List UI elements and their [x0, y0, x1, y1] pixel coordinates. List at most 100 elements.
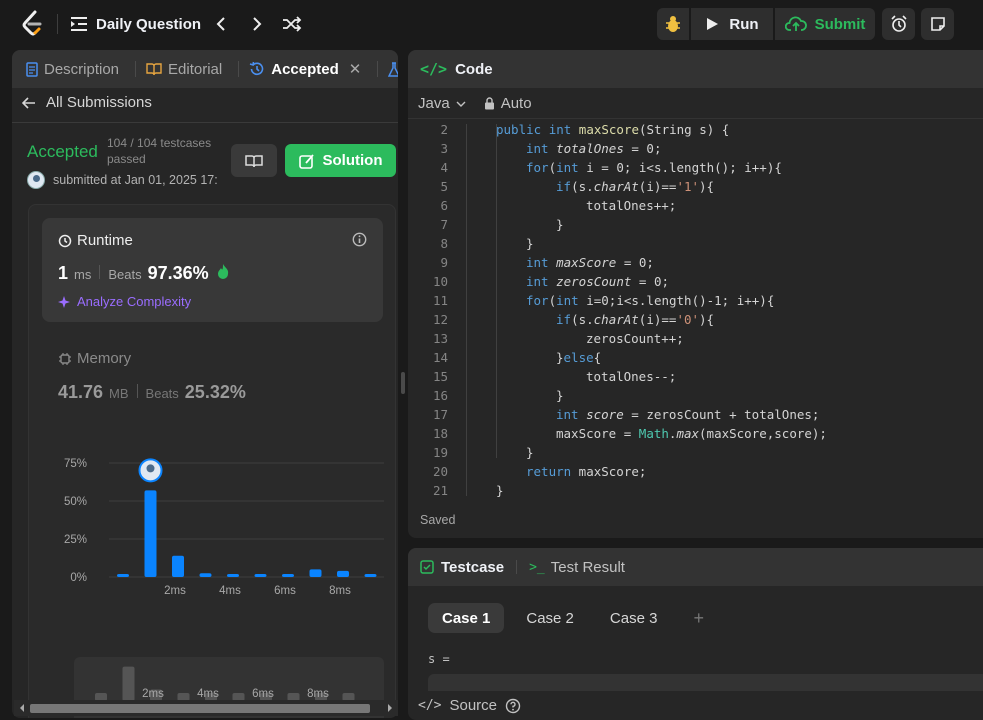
code-line[interactable]: 14}else{: [408, 348, 983, 367]
case-tab-2[interactable]: Case 2: [512, 603, 588, 633]
code-line[interactable]: 5 if(s.charAt(i)=='1'){: [408, 177, 983, 196]
code-text: int zerosCount = 0;: [526, 274, 670, 289]
scroll-left-icon[interactable]: [17, 700, 27, 716]
daily-question-link[interactable]: Daily Question: [70, 12, 201, 36]
code-text: for(int i=0;i<s.length()-1; i++){: [526, 293, 775, 308]
notes-button[interactable]: [921, 8, 954, 40]
chart-bar: [282, 573, 294, 577]
code-line[interactable]: 20 return maxScore;: [408, 462, 983, 481]
submit-button[interactable]: Submit: [775, 8, 875, 40]
tab-divider: [238, 61, 240, 77]
timer-button[interactable]: [882, 8, 915, 40]
top-bar: Daily Question Run Submit: [0, 0, 983, 48]
tab-test-result[interactable]: >_ Test Result: [529, 559, 625, 576]
memory-beats-value: 25.32%: [184, 382, 246, 402]
chart-bar: [309, 569, 322, 577]
case-tab-1[interactable]: Case 1: [428, 603, 505, 633]
testcases-passed: 104 / 104 testcases passed: [107, 136, 212, 166]
chip-icon: [59, 352, 71, 365]
overview-tick-label: 8ms: [307, 688, 329, 700]
tab-description[interactable]: Description: [26, 61, 146, 78]
code-text: }: [556, 217, 564, 232]
tab-accepted-label: Accepted: [271, 60, 339, 78]
code-line[interactable]: 2 public int maxScore(String s) {: [408, 120, 983, 139]
code-line[interactable]: 10 int zerosCount = 0;: [408, 272, 983, 291]
horizontal-scrollbar[interactable]: [14, 700, 398, 716]
code-line[interactable]: 18 maxScore = Math.max(maxScore,score);: [408, 424, 983, 443]
editor-toolbar: Java Auto: [418, 95, 532, 112]
tab-divider: [135, 61, 137, 77]
code-line[interactable]: 15 totalOnes--;: [408, 367, 983, 386]
random-question-button[interactable]: [282, 12, 302, 36]
scroll-right-icon[interactable]: [385, 700, 395, 716]
panel-resize-handle[interactable]: [401, 372, 405, 394]
next-question-button[interactable]: [251, 12, 263, 36]
runtime-unit: ms: [74, 267, 92, 282]
code-line[interactable]: 21}: [408, 481, 983, 500]
source-label: Source: [449, 697, 498, 714]
list-indent-icon: [71, 17, 87, 31]
code-line[interactable]: 12 if(s.charAt(i)=='0'){: [408, 310, 983, 329]
code-text: }else{: [556, 350, 602, 365]
code-line[interactable]: 16}: [408, 386, 983, 405]
code-line[interactable]: 19}: [408, 443, 983, 462]
code-line[interactable]: 13 zerosCount++;: [408, 329, 983, 348]
analyze-complexity-link[interactable]: Analyze Complexity: [58, 294, 191, 309]
memory-unit: MB: [109, 386, 129, 401]
line-number: 11: [432, 293, 448, 308]
code-editor[interactable]: 2 public int maxScore(String s) {3 int tot…: [408, 120, 983, 500]
avatar[interactable]: [27, 171, 45, 189]
runtime-card[interactable]: Runtime 1 ms Beats 97.36% Analyze Comple…: [42, 218, 383, 322]
case-tab-3[interactable]: Case 3: [596, 603, 672, 633]
auto-mode-label: Auto: [500, 95, 532, 112]
code-line[interactable]: 3 int totalOnes = 0;: [408, 139, 983, 158]
all-submissions-link[interactable]: All Submissions: [22, 94, 152, 111]
chart-bar: [199, 573, 212, 577]
code-line[interactable]: 6 totalOnes++;: [408, 196, 983, 215]
source-link[interactable]: </> Source: [418, 691, 983, 720]
close-tab-icon[interactable]: ✕: [349, 60, 362, 78]
notebook-button[interactable]: [231, 144, 277, 177]
y-tick-label: 25%: [64, 534, 87, 546]
debug-button[interactable]: [657, 8, 689, 40]
code-text: int score = zerosCount + totalOnes;: [556, 407, 820, 422]
fire-icon: [217, 264, 228, 279]
code-line[interactable]: 17 int score = zerosCount + totalOnes;: [408, 405, 983, 424]
line-number: 15: [432, 369, 448, 384]
tab-testcase[interactable]: Testcase: [420, 559, 504, 576]
overview-bar: [122, 666, 135, 701]
chart-bar: [172, 555, 184, 577]
code-line[interactable]: 9 int maxScore = 0;: [408, 253, 983, 272]
scrollbar-thumb[interactable]: [30, 704, 370, 713]
run-button[interactable]: Run: [691, 8, 773, 40]
code-text: }: [526, 445, 534, 460]
avatar-head: [146, 464, 155, 473]
terminal-icon: >_: [529, 559, 545, 575]
solution-button[interactable]: Solution: [285, 144, 396, 177]
code-line[interactable]: 11 for(int i=0;i<s.length()-1; i++){: [408, 291, 983, 310]
tab-editorial[interactable]: Editorial: [146, 61, 249, 78]
x-tick-label: 6ms: [274, 585, 296, 597]
code-text: }: [526, 236, 534, 251]
chart-bar: [364, 573, 377, 577]
info-icon[interactable]: [352, 232, 367, 247]
testcase-tabs: Testcase >_ Test Result: [408, 548, 983, 586]
runtime-beats-label: Beats: [108, 267, 142, 282]
help-icon[interactable]: [505, 698, 521, 714]
code-line[interactable]: 8}: [408, 234, 983, 253]
solution-label: Solution: [322, 152, 383, 169]
line-number: 6: [440, 198, 448, 213]
language-select[interactable]: Java: [418, 95, 466, 112]
code-line[interactable]: 7}: [408, 215, 983, 234]
tab-test-result-label: Test Result: [550, 558, 625, 576]
leetcode-logo-icon[interactable]: [20, 10, 46, 38]
y-tick-label: 0%: [70, 572, 87, 584]
prev-question-button[interactable]: [215, 12, 227, 36]
line-number: 12: [432, 312, 448, 327]
tab-accepted[interactable]: Accepted ✕: [249, 60, 388, 78]
auto-mode[interactable]: Auto: [484, 95, 532, 112]
tab-solutions[interactable]: So: [388, 61, 398, 78]
add-case-button[interactable]: +: [679, 603, 718, 633]
memory-title[interactable]: Memory: [58, 350, 131, 367]
code-line[interactable]: 4 for(int i = 0; i<s.length(); i++){: [408, 158, 983, 177]
